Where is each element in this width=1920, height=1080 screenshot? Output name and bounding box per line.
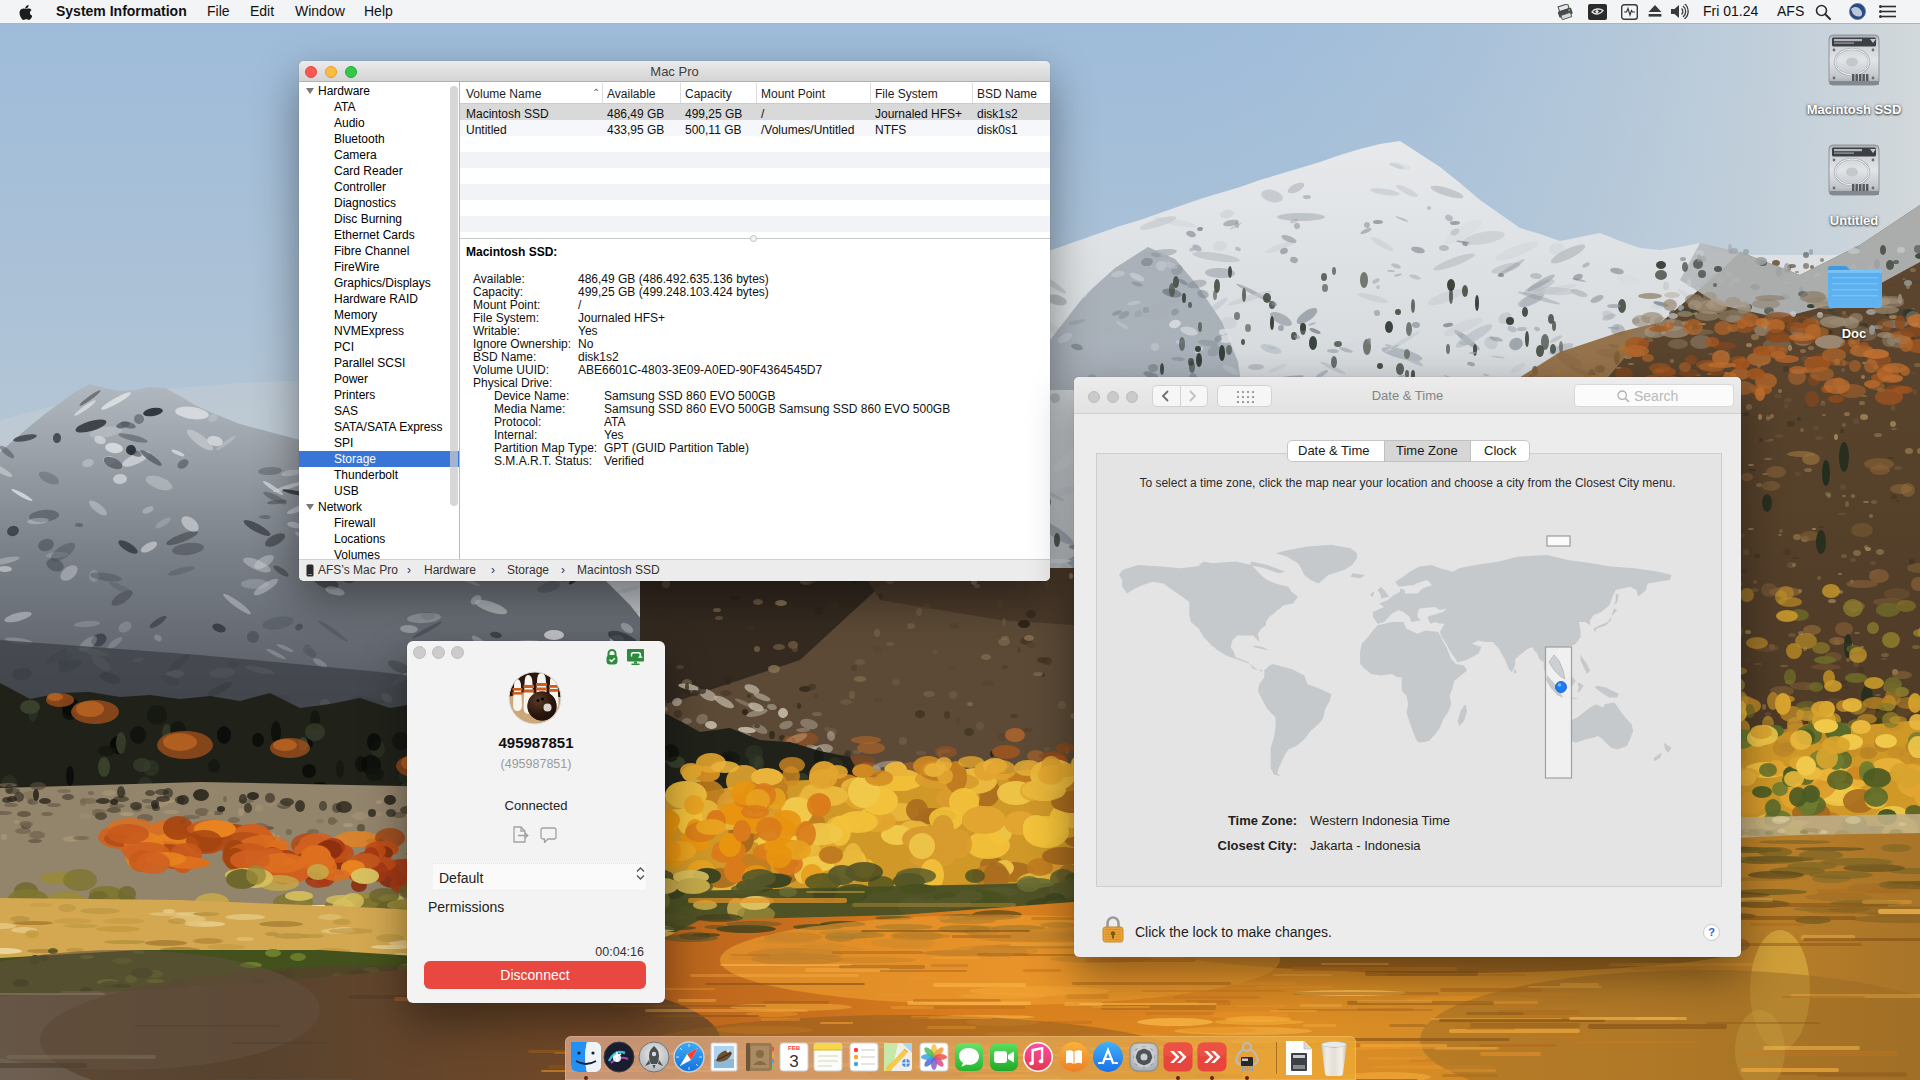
svg-text:3: 3 <box>789 1052 798 1071</box>
svg-text:FEB: FEB <box>788 1045 801 1051</box>
